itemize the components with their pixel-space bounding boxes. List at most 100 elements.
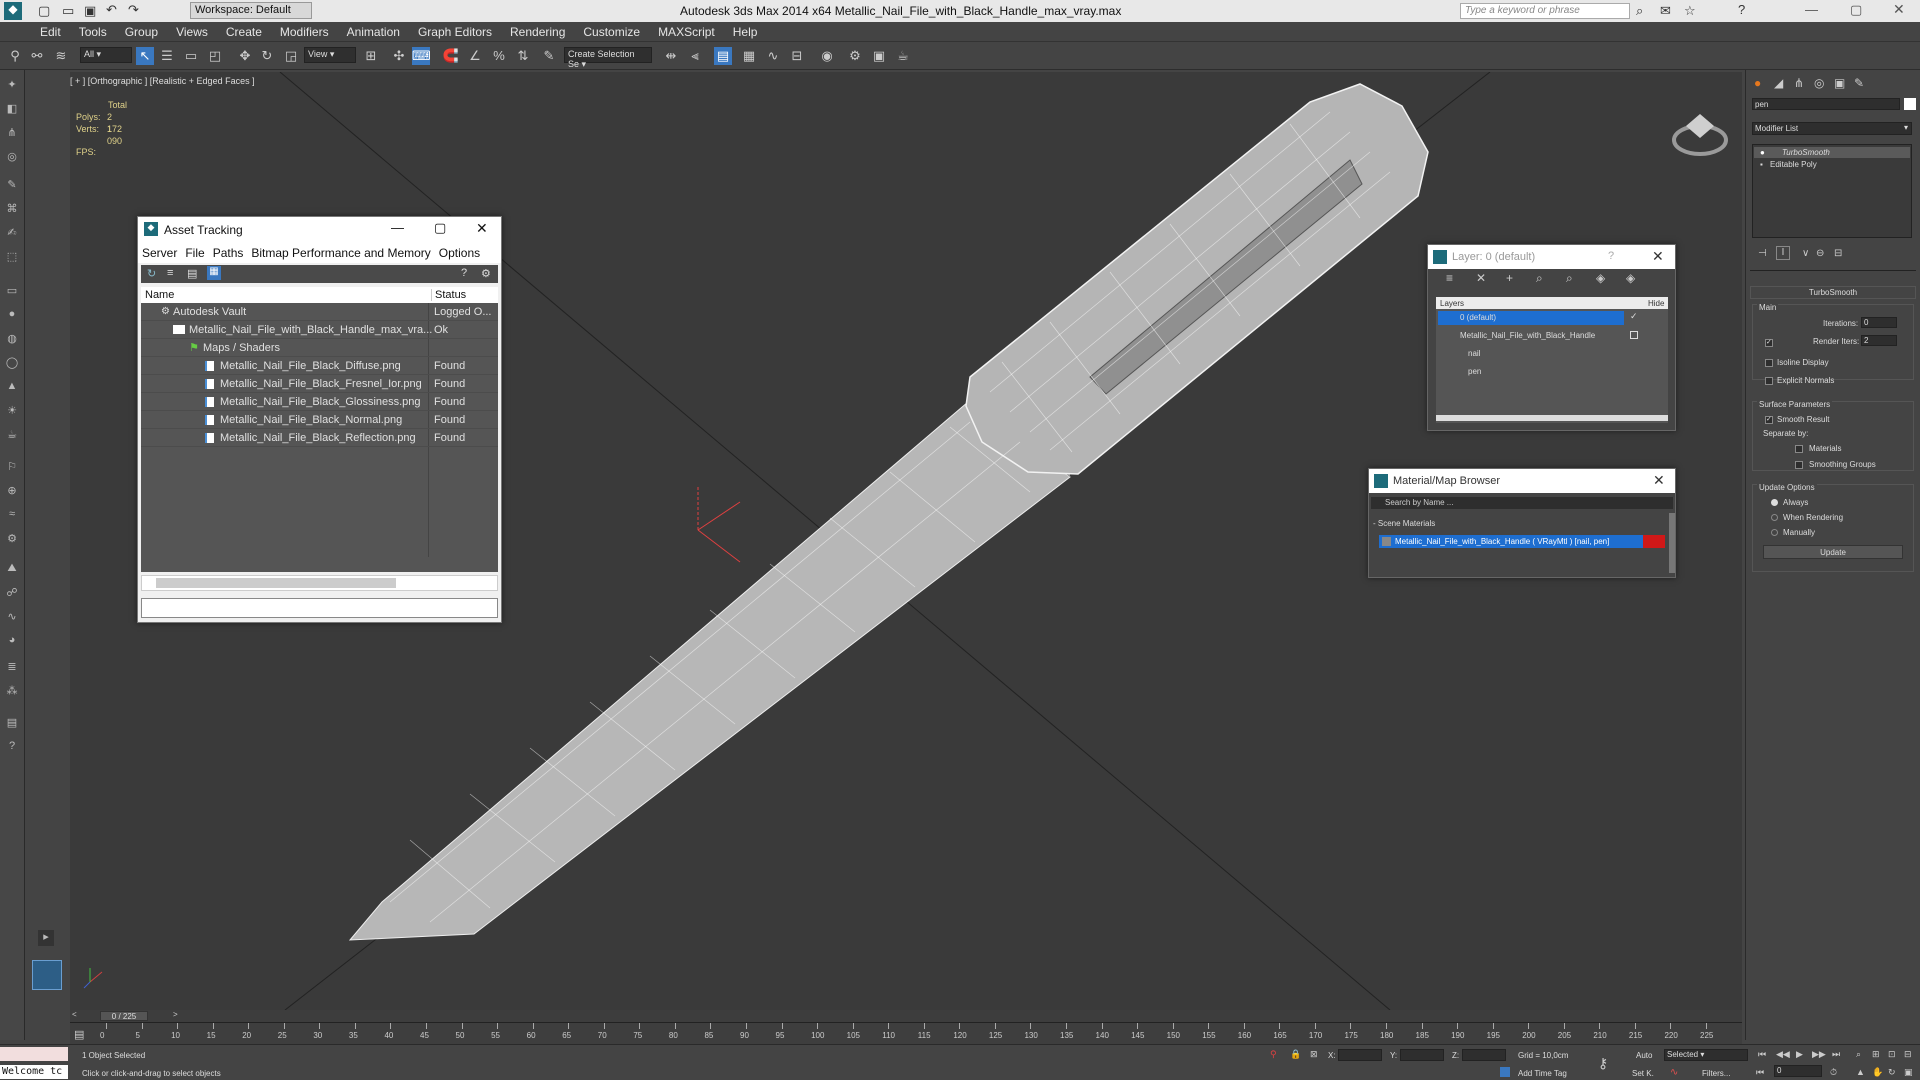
new-file-icon[interactable]: ▢ bbox=[38, 3, 50, 19]
layer-row-default[interactable]: 0 (default) bbox=[1438, 311, 1624, 325]
favorites-star-icon[interactable]: ☆ bbox=[1684, 3, 1696, 19]
menu-options[interactable]: Options bbox=[439, 246, 480, 260]
box-primitive-icon[interactable]: ▭ bbox=[4, 284, 20, 300]
create-layer-icon[interactable]: ≡ bbox=[1446, 271, 1453, 285]
show-end-result-icon[interactable]: Ⅰ bbox=[1776, 246, 1790, 260]
paint-icon[interactable]: ✎ bbox=[4, 178, 20, 194]
column-name[interactable]: Name bbox=[145, 289, 174, 301]
table-row[interactable]: Metallic_Nail_File_Black_Fresnel_Ior.png… bbox=[141, 375, 498, 393]
layer-row-pen[interactable]: pen bbox=[1438, 365, 1624, 379]
absolute-mode-icon[interactable]: ⊠ bbox=[1310, 1049, 1318, 1060]
layer-scrollbar[interactable] bbox=[1436, 415, 1668, 421]
track-bar[interactable]: 0 5 10 15 20 25 30 35 40 45 50 55 60 65 70 75 80 85 90 95 10… bbox=[70, 1022, 1742, 1044]
maximize-viewport-icon[interactable]: ▣ bbox=[1904, 1067, 1913, 1078]
material-editor-icon[interactable]: ◉ bbox=[818, 47, 836, 65]
table-row[interactable]: ⚑ Maps / Shaders bbox=[141, 339, 498, 357]
delete-layer-icon[interactable]: ✕ bbox=[1476, 271, 1486, 285]
selection-filter-dropdown[interactable]: All ▾ bbox=[80, 47, 132, 63]
make-unique-icon[interactable]: ∨ bbox=[1802, 248, 1809, 259]
go-to-end-icon[interactable]: ⏭ bbox=[1832, 1049, 1840, 1060]
current-frame-field[interactable]: 0 bbox=[1774, 1065, 1822, 1077]
settings-icon[interactable]: ⚙ bbox=[481, 267, 491, 280]
expand-panel-icon[interactable]: ▸ bbox=[38, 930, 54, 946]
asset-horizontal-scrollbar[interactable] bbox=[141, 575, 498, 591]
time-slider-thumb[interactable]: 0 / 225 bbox=[100, 1011, 148, 1021]
menu-edit[interactable]: Edit bbox=[0, 22, 70, 42]
select-objects-icon[interactable]: ⌕ bbox=[1536, 271, 1543, 286]
snap-toggle-icon[interactable]: 🧲 bbox=[442, 47, 460, 65]
zoom-all-icon[interactable]: ⊞ bbox=[1872, 1049, 1880, 1060]
maxscript-mini-listener[interactable] bbox=[0, 1047, 68, 1061]
expand-icon[interactable]: ▪ bbox=[1760, 160, 1763, 169]
key-mode-toggle-icon[interactable]: ⏮ bbox=[1756, 1067, 1764, 1078]
refresh-icon[interactable]: ↻ bbox=[147, 267, 156, 280]
maxscript-listener-field[interactable]: Welcome tc bbox=[0, 1065, 68, 1079]
menu-bitmap-performance[interactable]: Bitmap Performance and Memory bbox=[251, 246, 430, 260]
maximize-icon[interactable]: ▢ bbox=[434, 220, 446, 236]
highlight-layer-icon[interactable]: ⌕ bbox=[1566, 271, 1573, 286]
terrain-icon[interactable]: ⛰ bbox=[4, 562, 20, 578]
mini-curve-editor-icon[interactable]: ▤ bbox=[74, 1028, 84, 1041]
hierarchy-tab-icon[interactable]: ⋔ bbox=[1794, 76, 1804, 90]
list-view-icon[interactable]: ≡ bbox=[167, 267, 173, 279]
time-tag-icon[interactable] bbox=[1500, 1067, 1510, 1077]
menu-customize[interactable]: Customize bbox=[574, 22, 649, 42]
create-tab-icon[interactable]: ● bbox=[1754, 76, 1761, 90]
cone-primitive-icon[interactable]: ▲ bbox=[4, 380, 20, 396]
next-frame-icon[interactable]: ▶▶ bbox=[1812, 1049, 1826, 1060]
material-sphere-icon[interactable]: ◕ bbox=[4, 634, 20, 650]
minimize-icon[interactable]: — bbox=[391, 220, 404, 235]
y-coord-field[interactable] bbox=[1400, 1049, 1444, 1061]
selection-lock-icon[interactable]: 🔒 bbox=[1290, 1049, 1301, 1060]
table-row[interactable]: ⚙ Autodesk Vault Logged O... bbox=[141, 303, 498, 321]
keyboard-shortcut-override-icon[interactable]: ⌨ bbox=[412, 47, 431, 65]
binoculars-icon[interactable]: ⌕ bbox=[1636, 3, 1643, 19]
zoom-icon[interactable]: ⌕ bbox=[1856, 1049, 1861, 1060]
table-row[interactable]: Metallic_Nail_File_Black_Normal.png Found bbox=[141, 411, 498, 429]
rotate-icon[interactable]: ↻ bbox=[258, 47, 276, 65]
asset-path-field[interactable] bbox=[141, 598, 498, 618]
bind-space-warp-icon[interactable]: ≋ bbox=[52, 47, 70, 65]
window-crossing-icon[interactable]: ◰ bbox=[206, 47, 224, 65]
app-logo-icon[interactable]: ◆ bbox=[4, 2, 22, 20]
field-of-view-icon[interactable]: ▲ bbox=[1856, 1067, 1865, 1077]
select-object-icon[interactable]: ↖ bbox=[136, 47, 154, 65]
teapot-icon[interactable]: ☕ bbox=[4, 428, 20, 444]
update-button[interactable]: Update bbox=[1763, 545, 1903, 559]
key-filter-icon[interactable]: ∿ bbox=[1670, 1067, 1678, 1078]
table-row[interactable]: Metallic_Nail_File_Black_Reflection.png F… bbox=[141, 429, 498, 447]
close-icon[interactable]: ✕ bbox=[1652, 248, 1664, 265]
create-panel-icon[interactable]: ✦ bbox=[4, 78, 20, 94]
wave-icon[interactable]: ∿ bbox=[4, 610, 20, 626]
cylinder-primitive-icon[interactable]: ◍ bbox=[4, 332, 20, 348]
selection-tools-icon[interactable]: ⬚ bbox=[4, 250, 20, 266]
scene-materials-header[interactable]: - Scene Materials bbox=[1373, 519, 1435, 528]
menu-paths[interactable]: Paths bbox=[213, 246, 244, 260]
x-coord-field[interactable] bbox=[1338, 1049, 1382, 1061]
help-icon[interactable]: ? bbox=[461, 267, 467, 279]
viewport-label[interactable]: [ + ] [Orthographic ] [Realistic + Edged… bbox=[70, 76, 255, 86]
prev-frame-icon[interactable]: < bbox=[72, 1010, 77, 1019]
isolate-icon[interactable]: ⚲ bbox=[1270, 1049, 1277, 1060]
motion-icon[interactable]: ◎ bbox=[4, 150, 20, 166]
light-bulb-icon[interactable]: ● bbox=[1760, 148, 1765, 157]
menu-views[interactable]: Views bbox=[167, 22, 217, 42]
stack-item-turbosmooth[interactable]: ● TurboSmooth bbox=[1754, 147, 1910, 158]
modify-tab-icon[interactable]: ◢ bbox=[1774, 76, 1783, 90]
modify-panel-icon[interactable]: ◧ bbox=[4, 102, 20, 118]
torus-primitive-icon[interactable]: ◯ bbox=[4, 356, 20, 372]
pivot-center-icon[interactable]: ⊞ bbox=[362, 47, 380, 65]
align-icon[interactable]: ⫷ bbox=[686, 47, 704, 65]
rendered-frame-window-icon[interactable]: ▣ bbox=[870, 47, 888, 65]
table-row[interactable]: Metallic_Nail_File_Black_Glossiness.png F… bbox=[141, 393, 498, 411]
pan-icon[interactable]: ✋ bbox=[1872, 1067, 1883, 1078]
grid-view-icon[interactable]: ▦ bbox=[207, 266, 221, 280]
table-view-icon[interactable]: ▤ bbox=[187, 267, 197, 280]
display-tab-icon[interactable]: ▣ bbox=[1834, 76, 1845, 90]
scale-icon[interactable]: ◲ bbox=[282, 47, 300, 65]
key-icon[interactable]: ⚷ bbox=[1598, 1055, 1608, 1072]
object-name-field[interactable]: pen bbox=[1752, 98, 1900, 110]
next-frame-icon[interactable]: > bbox=[173, 1010, 178, 1019]
column-layers[interactable]: Layers bbox=[1440, 299, 1464, 308]
close-icon[interactable]: ✕ bbox=[1653, 472, 1665, 489]
